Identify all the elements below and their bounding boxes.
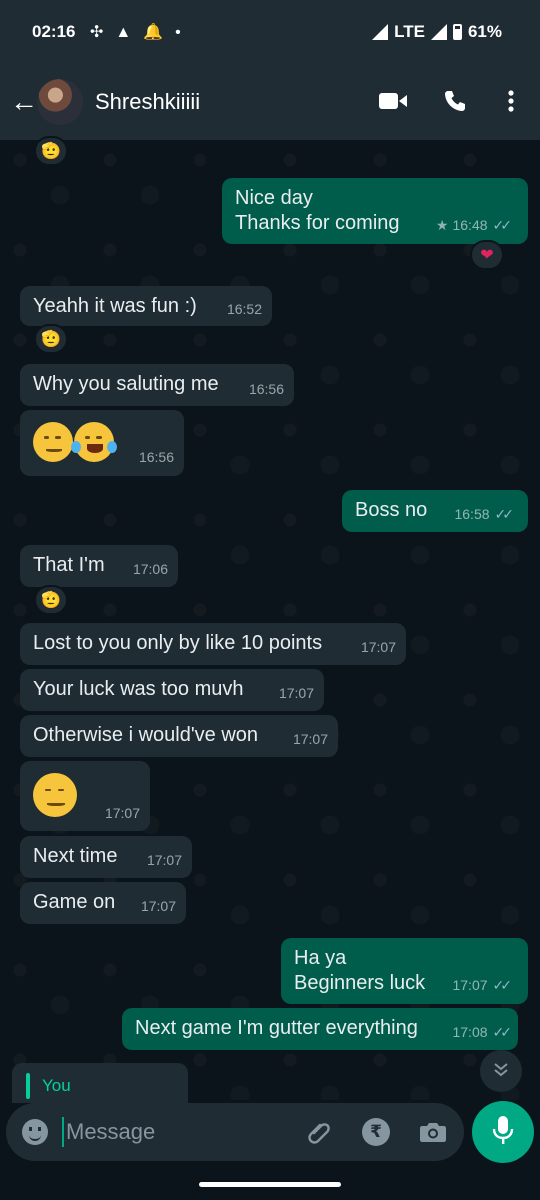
smirking-face-icon	[33, 422, 73, 462]
emoji-icon[interactable]	[22, 1119, 48, 1145]
message-text: Next time	[33, 845, 118, 867]
message-text: Game on	[33, 891, 116, 913]
message-incoming[interactable]: Game on 17:07	[20, 882, 186, 924]
smirking-face-icon	[33, 773, 77, 817]
message-time: 16:52	[226, 301, 262, 317]
system-nav-bar	[0, 1165, 540, 1200]
message-incoming[interactable]: Yeahh it was fun :) 16:52	[20, 286, 272, 326]
saluting-face-reaction-icon[interactable]: 🫡	[34, 324, 68, 354]
message-outgoing[interactable]: Nice day Thanks for coming ★ 16:48 ✓✓	[222, 178, 528, 244]
signal-icon	[430, 24, 447, 40]
voice-message-button[interactable]	[472, 1101, 534, 1163]
payment-rupee-icon[interactable]: ₹	[361, 1117, 391, 1147]
message-time: 17:06	[132, 561, 168, 577]
message-input[interactable]	[62, 1117, 282, 1147]
microphone-icon	[492, 1115, 514, 1150]
roaming-signal-icon	[372, 24, 389, 40]
message-text: Yeahh it was fun :)	[33, 295, 197, 317]
more-options-icon[interactable]	[496, 86, 526, 116]
attach-icon[interactable]	[304, 1117, 334, 1147]
back-arrow-icon[interactable]: ←	[10, 86, 38, 118]
message-incoming[interactable]: Lost to you only by like 10 points 17:07	[20, 623, 406, 665]
saluting-face-reaction-icon[interactable]: 🫡	[34, 585, 68, 615]
contact-avatar[interactable]	[37, 79, 83, 125]
message-text: Nice day	[235, 187, 313, 209]
status-bar: 02:16 ✣▲🔔• LTE 61%	[0, 0, 540, 64]
double-chevron-down-icon	[493, 1060, 509, 1083]
message-time: 16:48	[452, 217, 488, 233]
message-text: Why you saluting me	[33, 373, 219, 395]
message-incoming[interactable]: Why you saluting me 16:56	[20, 364, 294, 406]
message-time: 17:07	[360, 639, 396, 655]
chat-header: ← Shreshkiiiii	[0, 64, 540, 140]
voice-call-icon[interactable]	[440, 86, 470, 116]
message-text: Lost to you only by like 10 points	[33, 632, 323, 654]
message-incoming[interactable]: Otherwise i would've won 17:07	[20, 715, 338, 757]
message-time: 16:56	[248, 381, 284, 397]
read-ticks-icon: ✓✓	[492, 1024, 513, 1040]
message-time: 17:07	[278, 685, 314, 701]
message-text: That I'm	[33, 554, 105, 576]
message-composer: ₹	[6, 1103, 464, 1161]
message-incoming[interactable]: Next time 17:07	[20, 836, 192, 878]
contact-name[interactable]: Shreshkiiiii	[95, 89, 200, 115]
tears-of-joy-icon	[71, 422, 117, 462]
video-call-icon[interactable]	[378, 86, 408, 116]
message-incoming[interactable]: That I'm 17:06	[20, 545, 178, 587]
star-icon: ★	[435, 217, 449, 233]
message-time: 16:58	[454, 506, 490, 522]
message-outgoing[interactable]: Ha ya Beginners luck 17:07 ✓✓	[281, 938, 528, 1004]
scroll-to-bottom-button[interactable]	[480, 1050, 522, 1092]
home-gesture-bar[interactable]	[199, 1182, 341, 1187]
message-time: 17:07	[146, 852, 182, 868]
battery-icon	[452, 24, 462, 40]
status-time: 02:16	[32, 22, 76, 41]
message-text: Otherwise i would've won	[33, 724, 259, 746]
message-time: 16:56	[138, 449, 174, 465]
message-text: Next game I'm gutter everything	[135, 1017, 418, 1039]
message-outgoing[interactable]: Boss no 16:58 ✓✓	[342, 490, 528, 532]
saluting-face-reaction-icon[interactable]: 🫡	[34, 136, 68, 166]
message-text: Ha ya	[294, 947, 347, 969]
message-text: Boss no	[355, 499, 428, 521]
reply-preview[interactable]: You	[12, 1063, 188, 1103]
network-type: LTE	[394, 22, 425, 41]
message-outgoing[interactable]: Next game I'm gutter everything 17:08 ✓✓	[122, 1008, 518, 1050]
message-time: 17:07	[140, 898, 176, 914]
reply-author: You	[42, 1076, 71, 1095]
message-text: Your luck was too muvh	[33, 678, 244, 700]
message-time: 17:08	[452, 1024, 488, 1040]
message-time: 17:07	[452, 977, 488, 993]
camera-icon[interactable]	[418, 1117, 448, 1147]
reply-accent-bar	[26, 1073, 30, 1099]
message-time: 17:07	[104, 805, 140, 821]
message-incoming-emoji[interactable]: 16:56	[20, 410, 184, 476]
heart-reaction-icon[interactable]: ❤	[470, 240, 504, 270]
notification-icons: ✣▲🔔•	[90, 24, 193, 41]
read-ticks-icon: ✓✓	[492, 217, 513, 233]
message-incoming-emoji[interactable]: 17:07	[20, 761, 150, 831]
message-time: 17:07	[292, 731, 328, 747]
read-ticks-icon: ✓✓	[492, 977, 513, 993]
read-ticks-icon: ✓✓	[494, 506, 515, 522]
battery-level: 61%	[467, 22, 502, 41]
message-incoming[interactable]: Your luck was too muvh 17:07	[20, 669, 324, 711]
